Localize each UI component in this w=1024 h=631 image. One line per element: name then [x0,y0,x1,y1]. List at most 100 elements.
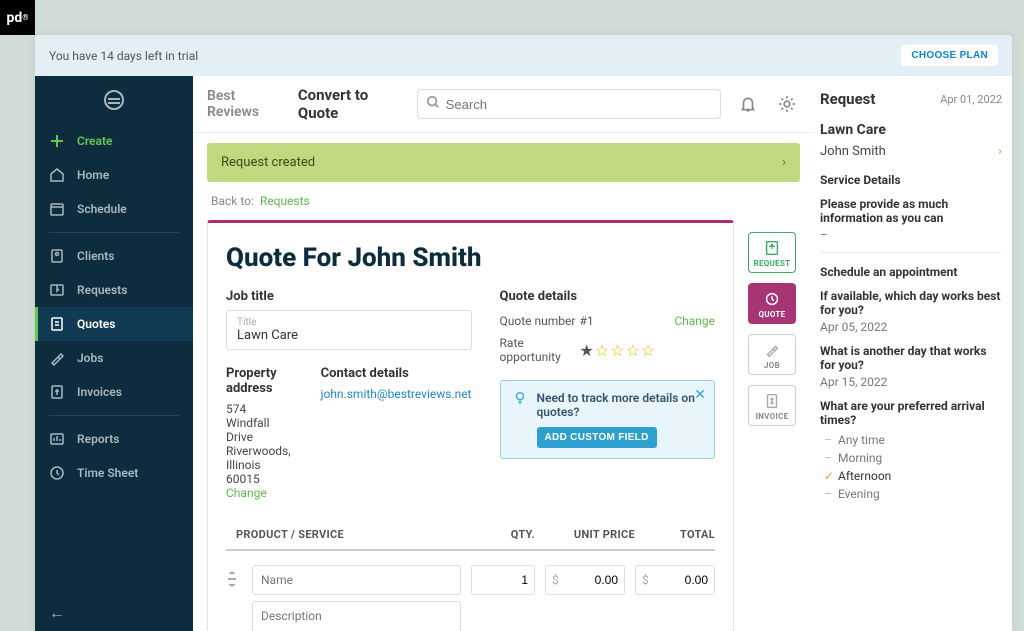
property-label: Property address [226,366,291,396]
search-box[interactable] [417,89,721,119]
chevron-right-icon: › [998,144,1002,159]
quote-heading: Quote For John Smith [226,243,715,273]
choose-plan-button[interactable]: CHOOSE PLAN [901,45,998,66]
chevron-right-icon[interactable]: › [782,155,786,170]
alert-text: Request created [221,155,315,170]
app-logo[interactable] [104,90,124,110]
col-qty: QTY. [465,528,535,541]
workflow-invoice[interactable]: INVOICE [748,385,796,426]
line-item-row: $ $ [226,551,715,631]
back-link[interactable]: Requests [260,194,310,208]
property-line2: Riverwoods, Illinois 60015 [226,444,291,486]
sidebar-item-jobs[interactable]: Jobs [35,341,193,375]
sidebar-create[interactable]: Create [35,124,193,158]
time-option: Evening [820,485,1002,503]
line-item-desc-input[interactable] [252,601,461,631]
sidebar-item-home[interactable]: Home [35,158,193,192]
app-frame: You have 14 days left in trial CHOOSE PL… [35,35,1012,631]
answer-1: – [820,228,1002,242]
qty-input[interactable] [471,565,535,595]
time-option: Any time [820,431,1002,449]
quote-number-value: #1 [580,314,675,328]
quote-number-label: Quote number [500,314,580,328]
sidebar-item-requests[interactable]: Requests [35,273,193,307]
close-icon[interactable]: ✕ [694,387,706,403]
job-title-field[interactable]: Title Lawn Care [226,310,472,350]
calendar-icon [49,201,65,217]
currency-label: $ [642,573,652,587]
page-title: Convert to Quote [298,86,403,122]
sidebar-item-clients[interactable]: Clients [35,239,193,273]
total-price-field[interactable] [652,573,708,587]
col-unit: UNIT PRICE [535,528,635,541]
question-4: What are your preferred arrival times? [820,399,1002,427]
sidebar-item-invoices[interactable]: Invoices [35,375,193,409]
total-price-input[interactable]: $ [635,565,715,595]
sidebar-create-label: Create [77,134,112,148]
unit-price-input[interactable]: $ [545,565,625,595]
quote-details-label: Quote details [500,289,715,304]
workflow-rail: REQUEST QUOTE JOB [744,220,800,631]
client-link[interactable]: John Smith › [820,144,1002,159]
field-label: Title [237,317,461,328]
topbar: Best Reviews Convert to Quote [193,76,814,133]
quote-card: Quote For John Smith Job title Title Law… [207,220,734,631]
breadcrumb: Back to: Requests [211,194,800,208]
line-item-name-input[interactable] [252,565,461,595]
gear-icon[interactable] [774,90,800,118]
answer-3: Apr 15, 2022 [820,375,1002,389]
change-address-link[interactable]: Change [226,486,291,500]
schedule-label: Schedule an appointment [820,265,1002,279]
invoice-icon [49,384,65,400]
col-total: TOTAL [635,528,715,541]
star-icon[interactable]: ☆ [595,341,610,360]
star-icon[interactable]: ☆ [610,341,625,360]
star-icon[interactable]: ☆ [641,341,656,360]
search-input[interactable] [446,97,712,112]
service-details-label: Service Details [820,173,1002,187]
workflow-job[interactable]: JOB [748,334,796,375]
change-number-link[interactable]: Change [674,314,715,328]
sidebar-item-label: Clients [77,249,114,263]
sidebar-item-reports[interactable]: Reports [35,422,193,456]
sidebar: Create Home Schedule Clients Requests [35,76,193,631]
contact-email-link[interactable]: john.smith@bestreviews.net [321,387,472,401]
sidebar-item-label: Requests [77,283,127,297]
sidebar-back-button[interactable]: ← [49,603,65,623]
bell-icon[interactable] [735,90,761,118]
star-icon[interactable]: ★ [580,341,595,360]
rating-stars[interactable]: ★☆☆☆☆ [580,341,715,360]
question-1: Please provide as much information as yo… [820,197,1002,225]
quote-icon [49,316,65,332]
sidebar-item-label: Home [77,168,109,182]
hammer-icon [49,350,65,366]
callout-text: Need to track more details on quotes? [537,391,702,419]
workflow-request[interactable]: REQUEST [748,232,796,273]
service-name: Lawn Care [820,122,1002,138]
trial-message: You have 14 days left in trial [49,49,198,63]
user-icon [49,248,65,264]
sidebar-item-schedule[interactable]: Schedule [35,192,193,226]
job-title-label: Job title [226,289,472,304]
brand-name: Best Reviews [207,88,284,120]
sidebar-item-label: Jobs [77,351,103,365]
drag-handle-icon[interactable] [226,565,242,591]
time-option: Morning [820,449,1002,467]
right-panel: Request Apr 01, 2022 Lawn Care John Smit… [814,76,1012,631]
request-title: Request [820,90,875,108]
chart-icon [49,431,65,447]
sidebar-item-label: Time Sheet [77,466,138,480]
rate-label: Rate opportunity [500,336,580,364]
unit-price-field[interactable] [562,573,618,587]
time-option: Afternoon [820,467,1002,485]
workflow-quote[interactable]: QUOTE [748,283,796,324]
lightbulb-icon [513,391,527,448]
custom-field-callout: Need to track more details on quotes? AD… [500,380,715,459]
add-custom-field-button[interactable]: ADD CUSTOM FIELD [537,427,657,448]
question-3: What is another day that works for you? [820,344,1002,372]
sidebar-item-label: Quotes [77,317,115,331]
property-line1: 574 Windfall Drive [226,402,291,444]
sidebar-item-timesheet[interactable]: Time Sheet [35,456,193,490]
star-icon[interactable]: ☆ [626,341,641,360]
sidebar-item-quotes[interactable]: Quotes [35,307,193,341]
